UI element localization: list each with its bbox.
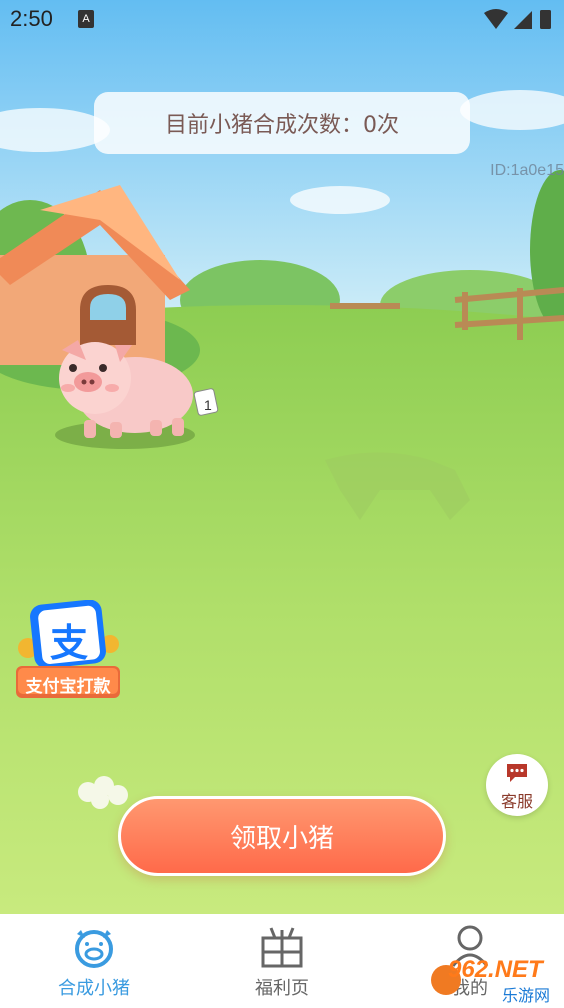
pig-face-icon: [75, 930, 113, 968]
site-watermark: 962.NET 乐游网: [428, 954, 564, 1005]
notification-icon: A: [78, 10, 94, 28]
watermark-sub: 乐游网: [502, 986, 551, 1005]
alipay-payout-label: 支付宝打款: [25, 677, 111, 697]
tab-synthesize-pig[interactable]: 合成小猪: [0, 914, 188, 1004]
status-icons: [482, 7, 554, 35]
alipay-payout-badge[interactable]: 支 支付宝打款: [14, 599, 122, 700]
tab-welfare[interactable]: 福利页: [188, 914, 376, 1004]
pig-level-tag: 1: [204, 397, 212, 413]
watermark-brand: 962.NET: [448, 956, 543, 983]
tab-label: 福利页: [255, 978, 309, 999]
signal-icon: [514, 11, 532, 29]
chat-bubble-icon: [507, 764, 527, 782]
clock: 2:50: [10, 6, 53, 31]
user-id: ID:1a0e15: [490, 162, 564, 179]
alipay-icon: 支: [50, 621, 89, 665]
synthesis-counter: 目前小猪合成次数：0次: [94, 92, 470, 154]
battery-icon: [540, 10, 551, 29]
claim-pig-button[interactable]: 领取小猪: [118, 796, 446, 876]
customer-service-button[interactable]: 客服: [486, 754, 548, 816]
gift-grid-icon: [261, 927, 303, 968]
wifi-icon: [484, 9, 508, 29]
status-bar: 2:50 A: [0, 0, 564, 40]
tab-label: 合成小猪: [58, 978, 130, 999]
customer-service-label: 客服: [500, 792, 533, 811]
